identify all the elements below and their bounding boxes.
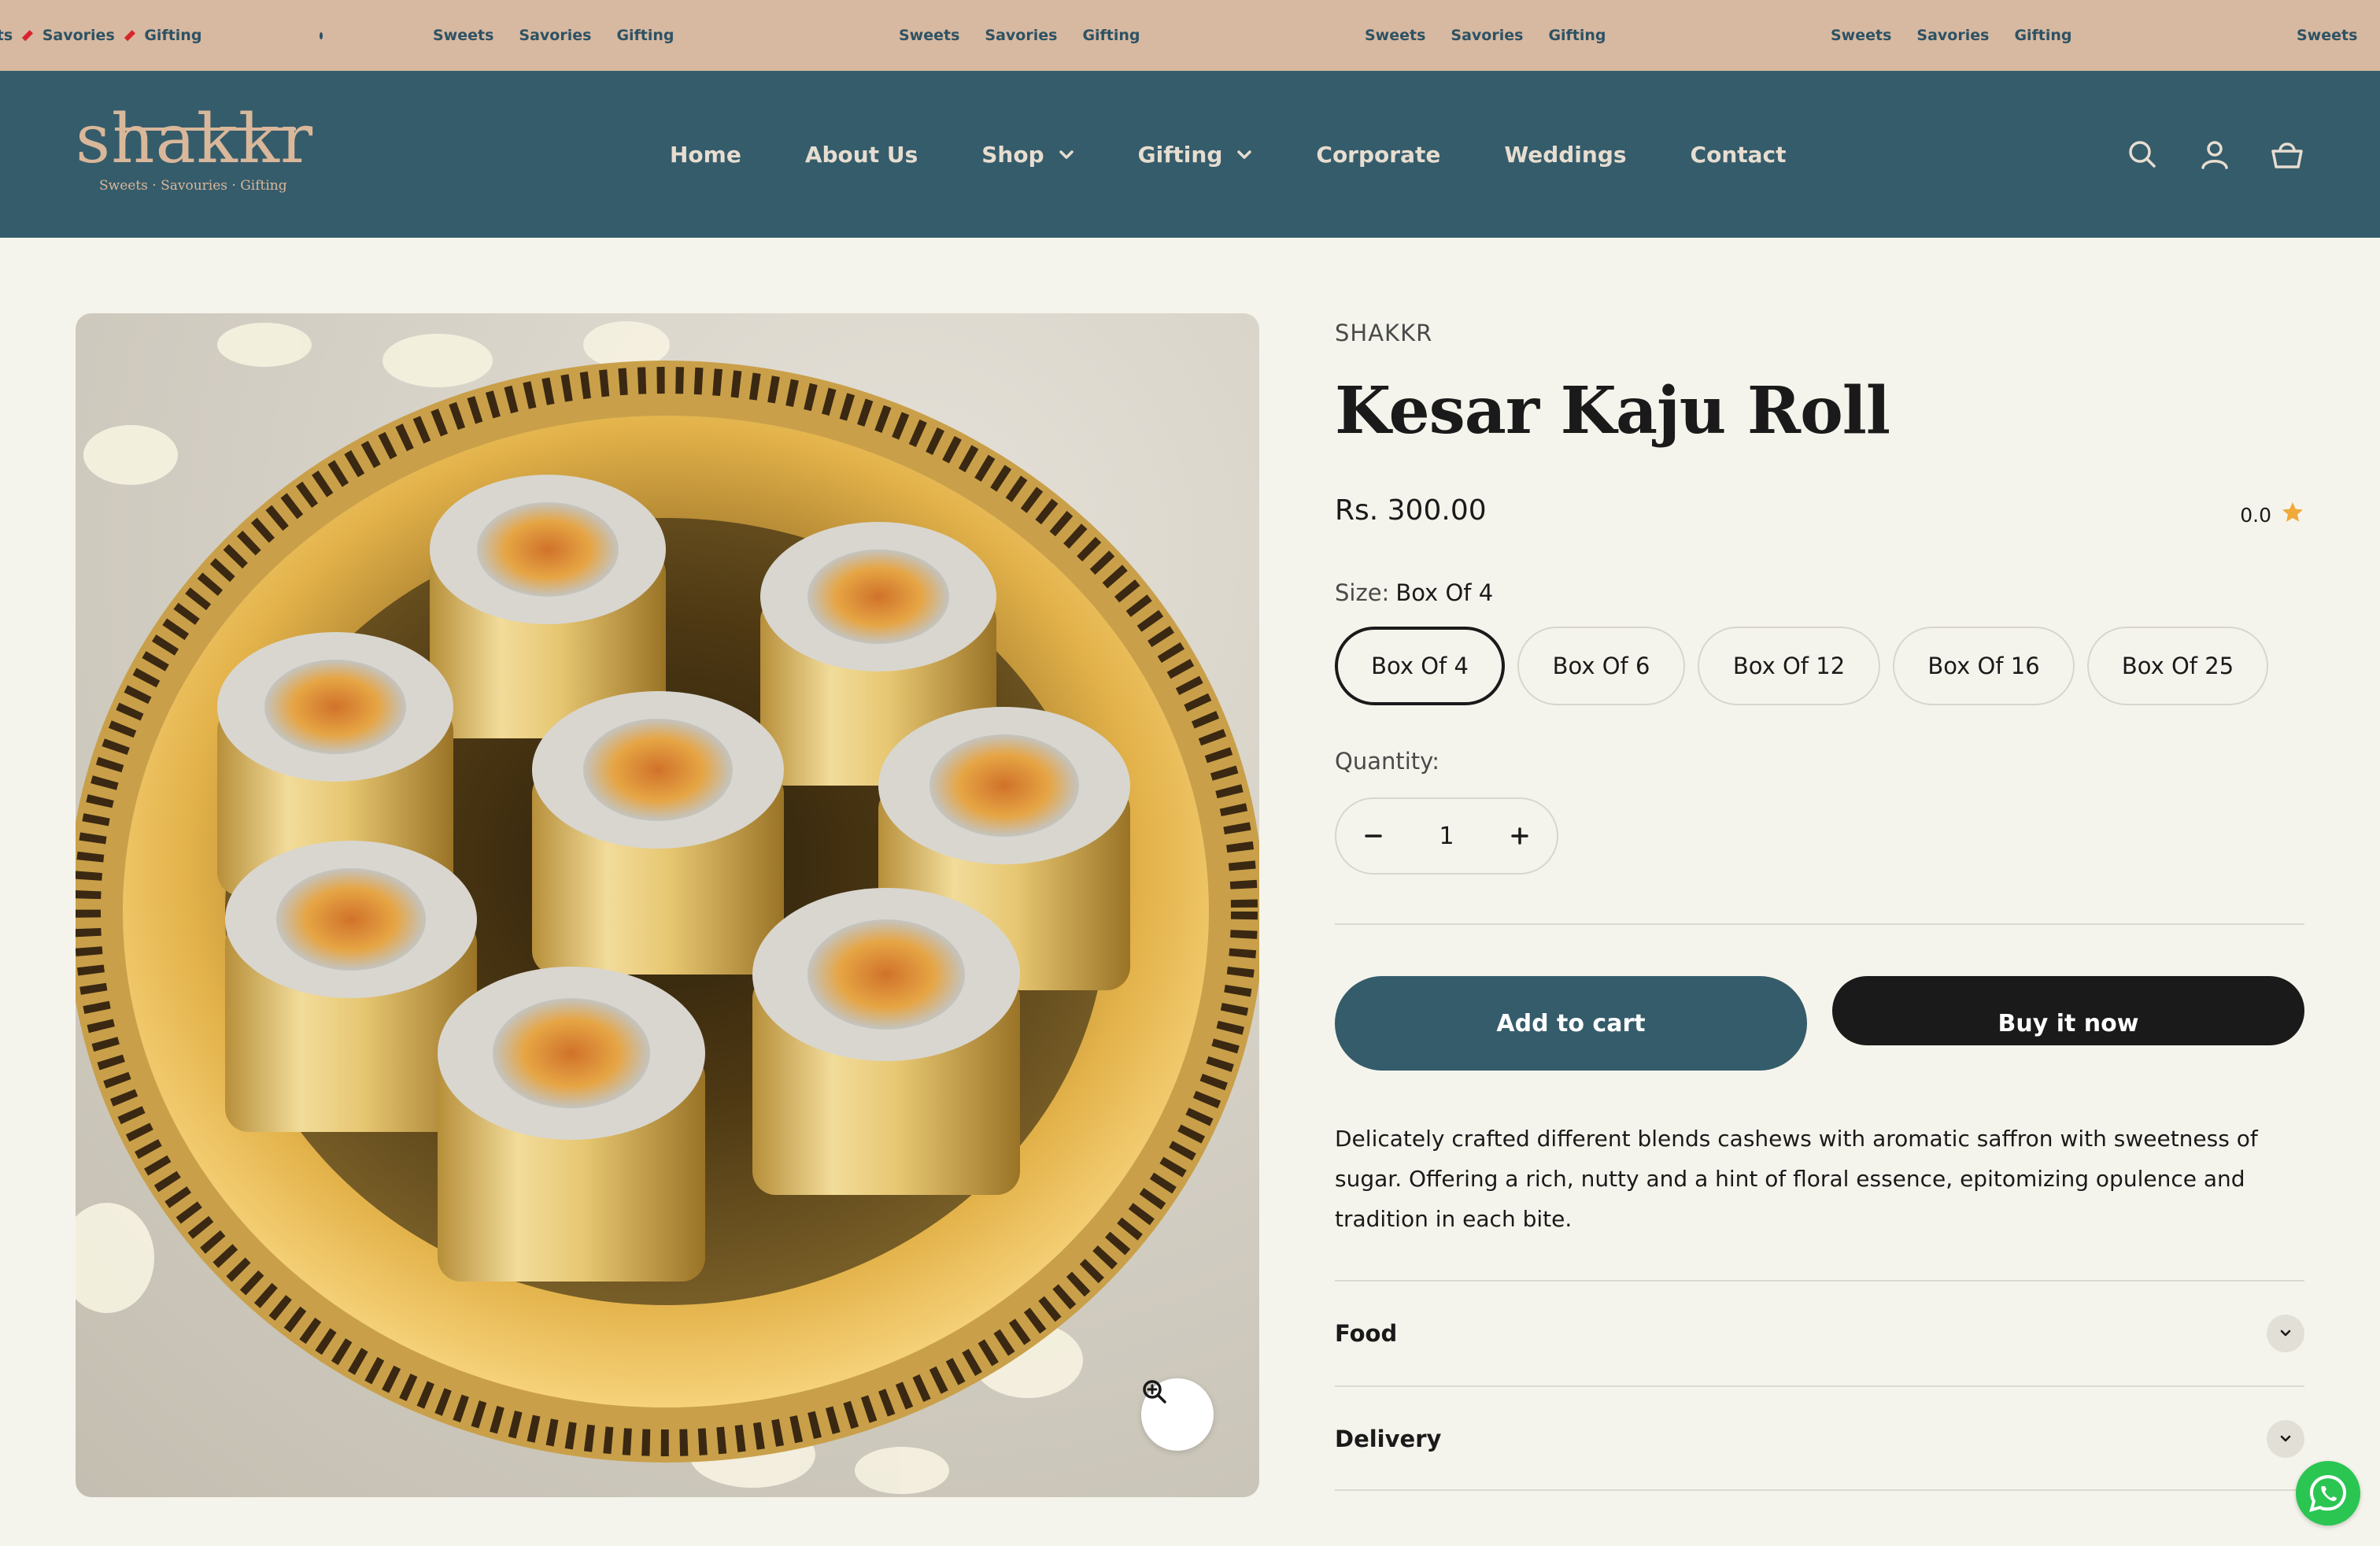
basket-icon[interactable] xyxy=(2270,137,2304,172)
announcement-word: Savories xyxy=(1451,27,1524,44)
announcement-group: eets Savories Gifting xyxy=(0,27,323,44)
main-nav: Home About Us Shop Gifting Corporate Wed… xyxy=(670,71,1787,238)
product-title: Kesar Kaju Roll xyxy=(1335,373,1890,449)
product-price: Rs. 300.00 xyxy=(1335,494,1487,527)
nav-gifting[interactable]: Gifting xyxy=(1138,142,1253,168)
announcement-word: Gifting xyxy=(2014,27,2072,44)
star-icon xyxy=(2281,501,2304,529)
size-selected-value: Box Of 4 xyxy=(1395,579,1494,606)
add-to-cart-button[interactable]: Add to cart xyxy=(1335,976,1807,1071)
accordion-food[interactable]: Food xyxy=(1335,1282,2304,1385)
announcement-word: Gifting xyxy=(144,27,202,44)
buy-now-button[interactable]: Buy it now xyxy=(1832,976,2304,1045)
size-option-box-of-25[interactable]: Box Of 25 xyxy=(2087,627,2268,705)
announcement-word: Sweets xyxy=(2297,27,2358,44)
quantity-stepper: 1 xyxy=(1335,797,1558,875)
plus-icon[interactable] xyxy=(1483,799,1557,873)
nav-about[interactable]: About Us xyxy=(805,142,918,168)
logo[interactable]: shakkr Sweets · Savouries · Gifting xyxy=(76,105,312,200)
nav-shop[interactable]: Shop xyxy=(981,142,1074,168)
announcement-word: Savories xyxy=(1916,27,1990,44)
chevron-down-icon xyxy=(2267,1315,2304,1352)
size-options: Box Of 4 Box Of 6 Box Of 12 Box Of 16 Bo… xyxy=(1335,627,2268,705)
size-option-box-of-6[interactable]: Box Of 6 xyxy=(1517,627,1685,705)
divider xyxy=(1335,923,2304,925)
announcement-word: Sweets xyxy=(433,27,494,44)
announcement-word: Sweets xyxy=(1831,27,1892,44)
nav-contact-label: Contact xyxy=(1690,141,1787,168)
nav-weddings-label: Weddings xyxy=(1504,141,1627,168)
minus-icon[interactable] xyxy=(1336,799,1410,873)
announcement-word: Savories xyxy=(519,27,592,44)
site-header: shakkr Sweets · Savouries · Gifting Home… xyxy=(0,71,2380,238)
zoom-in-icon[interactable] xyxy=(1141,1378,1214,1451)
product-photo-illustration xyxy=(76,321,1259,1494)
announcement-word: Sweets xyxy=(899,27,960,44)
size-option-box-of-4[interactable]: Box Of 4 xyxy=(1335,627,1505,705)
chevron-down-icon xyxy=(1236,149,1252,160)
quantity-label: Quantity: xyxy=(1335,748,1439,775)
nav-shop-label: Shop xyxy=(981,141,1044,168)
announcement-bar: eets Savories Gifting Sweets Savories Gi… xyxy=(0,0,2380,71)
user-icon[interactable] xyxy=(2197,137,2232,172)
announcement-word: Gifting xyxy=(1548,27,1606,44)
diamond-icon xyxy=(22,30,33,41)
nav-contact[interactable]: Contact xyxy=(1691,142,1787,168)
diamond-icon xyxy=(1532,31,1540,39)
accordion-delivery-title: Delivery xyxy=(1335,1426,1442,1452)
nav-about-label: About Us xyxy=(804,141,918,168)
size-option-box-of-16[interactable]: Box Of 16 xyxy=(1893,627,2075,705)
divider xyxy=(1335,1489,2304,1491)
nav-weddings[interactable]: Weddings xyxy=(1504,142,1626,168)
diamond-icon xyxy=(124,30,135,41)
product-rating[interactable]: 0.0 xyxy=(2240,501,2304,529)
whatsapp-icon[interactable] xyxy=(2296,1461,2360,1526)
diamond-icon xyxy=(1434,31,1443,39)
nav-gifting-label: Gifting xyxy=(1137,141,1223,168)
announcement-word: Gifting xyxy=(1082,27,1140,44)
announcement-word: Gifting xyxy=(616,27,674,44)
product-image[interactable] xyxy=(76,313,1259,1497)
diamond-icon xyxy=(1066,31,1074,39)
announcement-word: eets xyxy=(0,27,13,44)
size-label-text: Size: xyxy=(1335,579,1390,606)
size-label: Size: Box Of 4 xyxy=(1335,579,1493,606)
announcement-group: Sweets Savories Gifting xyxy=(1720,27,2186,44)
announcement-group: Sweets xyxy=(2186,27,2380,44)
product-description: Delicately crafted different blends cash… xyxy=(1335,1126,2258,1232)
nav-home-label: Home xyxy=(670,141,741,168)
nav-corporate[interactable]: Corporate xyxy=(1316,142,1440,168)
diamond-icon xyxy=(1900,31,1909,39)
logo-wordmark: shakkr xyxy=(76,100,314,179)
diamond-icon xyxy=(968,31,977,39)
announcement-word: Savories xyxy=(985,27,1058,44)
header-actions xyxy=(2125,71,2304,238)
announcement-word: Sweets xyxy=(1365,27,1426,44)
diamond-icon xyxy=(600,31,608,39)
announcement-group: Sweets Savories Gifting xyxy=(1255,27,1720,44)
chevron-down-icon xyxy=(1059,149,1074,160)
search-icon[interactable] xyxy=(2125,137,2160,172)
announcement-track: eets Savories Gifting Sweets Savories Gi… xyxy=(0,0,2380,71)
product-vendor[interactable]: SHAKKR xyxy=(1335,320,1432,346)
chevron-down-icon xyxy=(2267,1420,2304,1458)
accordion-delivery[interactable]: Delivery xyxy=(1335,1387,2304,1491)
quantity-input[interactable]: 1 xyxy=(1410,823,1483,850)
announcement-word: Savories xyxy=(42,27,115,44)
size-option-box-of-12[interactable]: Box Of 12 xyxy=(1698,627,1880,705)
logo-tagline: Sweets · Savouries · Gifting xyxy=(99,178,287,194)
rating-value: 0.0 xyxy=(2240,503,2271,527)
nav-corporate-label: Corporate xyxy=(1316,141,1441,168)
announcement-group: Sweets Savories Gifting xyxy=(789,27,1255,44)
diamond-icon xyxy=(1998,31,2006,39)
announcement-group: Sweets Savories Gifting xyxy=(323,27,789,44)
diamond-icon xyxy=(502,31,511,39)
accordion-food-title: Food xyxy=(1335,1320,1398,1347)
nav-home[interactable]: Home xyxy=(670,142,741,168)
